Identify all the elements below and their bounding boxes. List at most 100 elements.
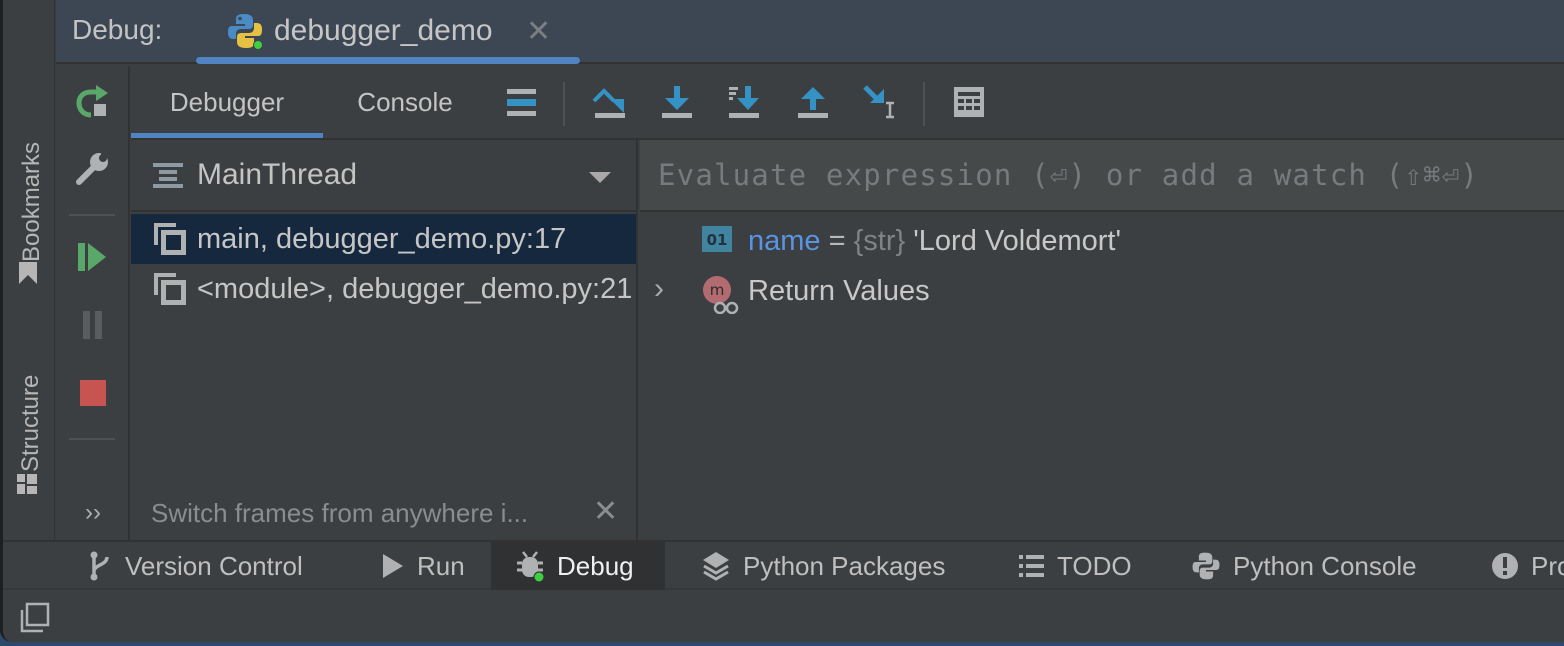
step-out-button[interactable]: [787, 78, 839, 130]
frame-item[interactable]: main, debugger_demo.py:17: [131, 214, 636, 264]
bookmarks-tool-tab[interactable]: Bookmarks: [15, 142, 48, 296]
tool-tab-label: Problems: [1531, 550, 1564, 581]
tool-tab-label: Python Packages: [743, 550, 946, 581]
stop-icon: [79, 379, 107, 412]
evaluate-expression-input[interactable]: [640, 140, 1564, 212]
svg-text:01: 01: [707, 231, 728, 249]
show-execution-point-button[interactable]: [495, 78, 547, 130]
python-icon: [1191, 551, 1221, 581]
tool-tab-python-packages[interactable]: Python Packages: [695, 542, 951, 590]
frames-hint: Switch frames from anywhere i... ✕: [131, 490, 636, 538]
variable-text: name = {str} 'Lord Voldemort': [748, 225, 1121, 258]
step-over-icon: [592, 85, 626, 124]
chevron-right-icon[interactable]: ›: [654, 272, 664, 306]
variable-type: {str}: [853, 225, 906, 257]
tool-tab-python-console[interactable]: Python Console: [1185, 542, 1423, 590]
thread-name: MainThread: [197, 158, 358, 191]
step-into-my-code-icon: [728, 85, 762, 124]
hint-text: Switch frames from anywhere i...: [151, 498, 529, 528]
run-icon: [381, 553, 405, 579]
tab-console[interactable]: Console: [331, 66, 479, 138]
variable-icon: 01: [702, 226, 734, 259]
bug-icon: [515, 550, 545, 582]
list-icon: [1019, 554, 1045, 578]
structure-label: Structure: [16, 374, 44, 472]
toolbar-separator: [563, 82, 565, 126]
tool-tab-label: Version Control: [125, 550, 303, 581]
tool-tab-label: Debug: [557, 550, 634, 581]
thread-selector[interactable]: MainThread: [131, 140, 636, 212]
toggle-tool-windows-icon[interactable]: [19, 602, 51, 639]
variables-pane: 01 name = {str} 'Lord Voldemort' › m Ret…: [640, 140, 1564, 540]
pause-button[interactable]: [66, 300, 120, 354]
step-out-icon: [796, 85, 830, 124]
variable-text: Return Values: [748, 275, 930, 308]
step-into-button[interactable]: [651, 78, 703, 130]
debug-action-strip: ››: [56, 66, 130, 540]
frames-pane: MainThread main, debugger_demo.py:17 <mo…: [131, 140, 638, 540]
tool-tab-problems[interactable]: Problems: [1485, 542, 1564, 590]
bookmarks-label: Bookmarks: [17, 141, 45, 262]
variable-row[interactable]: › m Return Values: [640, 266, 1564, 316]
tool-tab-label: Python Console: [1233, 550, 1417, 581]
variable-name: Return Values: [748, 275, 930, 307]
tool-tab-label: Run: [417, 550, 465, 581]
status-bar: [3, 590, 1564, 642]
tool-tab-todo[interactable]: TODO: [1013, 542, 1138, 590]
session-tab-underline: [196, 57, 580, 64]
tab-debugger-label: Debugger: [169, 86, 285, 117]
action-separator: [69, 438, 115, 440]
chevron-down-icon[interactable]: [589, 172, 611, 183]
debug-label: Debug:: [72, 14, 163, 45]
frame-text: main, debugger_demo.py:17: [197, 223, 567, 255]
left-tool-strip: Bookmarks Structure: [3, 0, 55, 540]
tool-tab-run[interactable]: Run: [375, 542, 471, 590]
bookmark-icon: [15, 262, 48, 284]
session-tab[interactable]: debugger_demo ✕: [196, 0, 580, 64]
resume-button[interactable]: [66, 232, 120, 286]
chevron-double-right-icon: ››: [85, 499, 101, 526]
step-over-button[interactable]: [583, 78, 635, 130]
more-actions-button[interactable]: ››: [66, 486, 120, 540]
menu-lines-icon: [505, 87, 537, 122]
warning-circle-icon: [1491, 552, 1519, 580]
frame-item[interactable]: <module>, debugger_demo.py:21: [131, 264, 636, 314]
structure-tool-tab[interactable]: Structure: [15, 375, 46, 508]
tool-tab-label: TODO: [1057, 550, 1132, 581]
variable-eq: =: [828, 225, 846, 257]
rerun-button[interactable]: [66, 78, 120, 132]
tab-debugger[interactable]: Debugger: [131, 66, 323, 138]
wrench-icon: [75, 151, 111, 192]
close-icon[interactable]: ✕: [526, 14, 551, 49]
action-separator: [69, 214, 115, 216]
toolbar-separator: [923, 82, 925, 126]
run-to-cursor-button[interactable]: [855, 78, 907, 130]
tab-console-label: Console: [357, 86, 453, 117]
thread-icon: [153, 162, 183, 195]
debugger-toolbar: Debugger Console: [131, 66, 1564, 140]
variable-value: 'Lord Voldemort': [913, 225, 1122, 257]
variable-row[interactable]: 01 name = {str} 'Lord Voldemort': [640, 216, 1564, 266]
tool-window-bar: Version Control Run Debug Python Package…: [3, 540, 1564, 590]
stop-button[interactable]: [66, 368, 120, 422]
svg-text:m: m: [710, 281, 725, 299]
pause-icon: [80, 310, 106, 345]
frame-icon: [153, 222, 187, 261]
settings-button[interactable]: [66, 144, 120, 198]
debug-header: Debug: debugger_demo ✕: [56, 0, 1564, 64]
session-name: debugger_demo: [274, 14, 493, 47]
ide-window: Bookmarks Structure Debug: debugger_demo…: [0, 0, 1564, 642]
calculator-icon: [953, 86, 985, 123]
close-icon[interactable]: ✕: [593, 494, 618, 529]
tool-tab-version-control[interactable]: Version Control: [83, 542, 309, 590]
structure-icon: [15, 472, 46, 496]
return-values-icon: m: [702, 276, 740, 319]
step-into-my-code-button[interactable]: [719, 78, 771, 130]
step-into-icon: [660, 85, 694, 124]
python-icon: [226, 12, 264, 50]
variable-name: name: [748, 225, 821, 257]
frame-icon: [153, 272, 187, 311]
evaluate-expression-button[interactable]: [943, 78, 995, 130]
tool-tab-debug[interactable]: Debug: [491, 542, 665, 590]
frame-text: <module>, debugger_demo.py:21: [197, 273, 633, 305]
